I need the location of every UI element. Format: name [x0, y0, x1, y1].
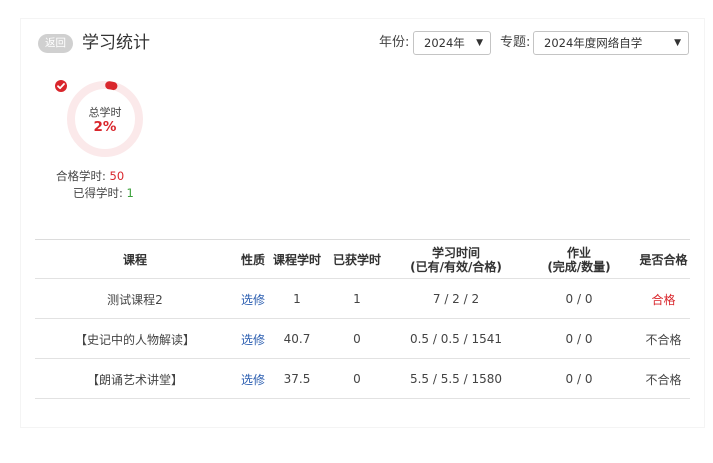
cell-study-time: 7 / 2 / 2	[432, 292, 480, 306]
cell-course-hours: 40.7	[283, 332, 311, 346]
qualified-value: 50	[109, 169, 125, 183]
ring-label: 总学时	[88, 106, 122, 119]
table-header-row: 课程 性质 课程学时 已获学时 学习时间 (已有/有效/合格) 作业 (完成/数…	[35, 240, 690, 279]
cell-study-time: 5.5 / 5.5 / 1580	[409, 372, 503, 386]
qualified-label: 合格学时:	[56, 169, 106, 183]
header-homework: 作业 (完成/数量)	[521, 240, 637, 279]
cell-course: 测试课程2	[107, 292, 163, 307]
earned-value: 1	[126, 186, 134, 200]
cell-study-time: 0.5 / 0.5 / 1541	[409, 332, 503, 346]
topic-select[interactable]: 2024年度网络自学 ▼	[533, 31, 689, 55]
header-course-hours: 课程学时	[272, 252, 321, 267]
course-table: 课程 性质 课程学时 已获学时 学习时间 (已有/有效/合格) 作业 (完成/数…	[35, 239, 690, 399]
table-row: 测试课程2 选修 1 1 7 / 2 / 2 0 / 0 合格	[35, 279, 690, 319]
header-earned-hours: 已获学时	[332, 252, 381, 267]
header-study-time-title: 学习时间	[431, 245, 480, 260]
year-select[interactable]: 2024年 ▼	[413, 31, 491, 55]
ring-value: 2%	[93, 119, 117, 135]
header-course: 课程	[122, 252, 147, 267]
topic-label: 专题:	[500, 35, 531, 50]
cell-passed: 不合格	[645, 332, 682, 347]
cell-type-link[interactable]: 选修	[235, 359, 271, 399]
topic-select-value: 2024年度网络自学	[544, 36, 643, 50]
cell-homework: 0 / 0	[565, 372, 593, 386]
chevron-down-icon: ▼	[674, 38, 681, 48]
cell-course: 【朗诵艺术讲堂】	[86, 372, 183, 387]
header-study-time-sub: (已有/有效/合格)	[410, 259, 502, 274]
cell-course-hours: 37.5	[283, 372, 311, 386]
earned-hours: 已得学时: 1	[73, 185, 134, 201]
cell-type-link[interactable]: 选修	[235, 319, 271, 359]
page-title: 学习统计	[82, 33, 150, 53]
cell-earned-hours: 0	[353, 332, 361, 346]
cell-course: 【史记中的人物解读】	[74, 332, 195, 347]
cell-earned-hours: 1	[353, 292, 361, 306]
cell-passed: 合格	[651, 292, 676, 307]
header-study-time: 学习时间 (已有/有效/合格)	[391, 240, 521, 279]
cell-course-hours: 1	[293, 292, 301, 306]
cell-homework: 0 / 0	[565, 292, 593, 306]
header-type: 性质	[240, 252, 265, 267]
header-homework-sub: (完成/数量)	[547, 259, 611, 274]
header-passed: 是否合格	[639, 252, 688, 267]
table-row: 【朗诵艺术讲堂】 选修 37.5 0 5.5 / 5.5 / 1580 0 / …	[35, 359, 690, 399]
header-homework-title: 作业	[566, 245, 591, 260]
cell-homework: 0 / 0	[565, 332, 593, 346]
qualified-hours: 合格学时: 50	[56, 168, 124, 184]
progress-ring: 总学时 2%	[65, 79, 145, 159]
chevron-down-icon: ▼	[476, 38, 483, 48]
back-button[interactable]: 返回	[38, 34, 73, 53]
cell-passed: 不合格	[645, 372, 682, 387]
earned-label: 已得学时:	[73, 186, 123, 200]
table-row: 【史记中的人物解读】 选修 40.7 0 0.5 / 0.5 / 1541 0 …	[35, 319, 690, 359]
year-select-value: 2024年	[424, 36, 465, 50]
cell-type-link[interactable]: 选修	[235, 279, 271, 319]
year-label: 年份:	[379, 35, 410, 50]
cell-earned-hours: 0	[353, 372, 361, 386]
stats-panel: 返回 学习统计 年份: 2024年 ▼ 专题: 2024年度网络自学 ▼ 总学时…	[20, 18, 705, 428]
